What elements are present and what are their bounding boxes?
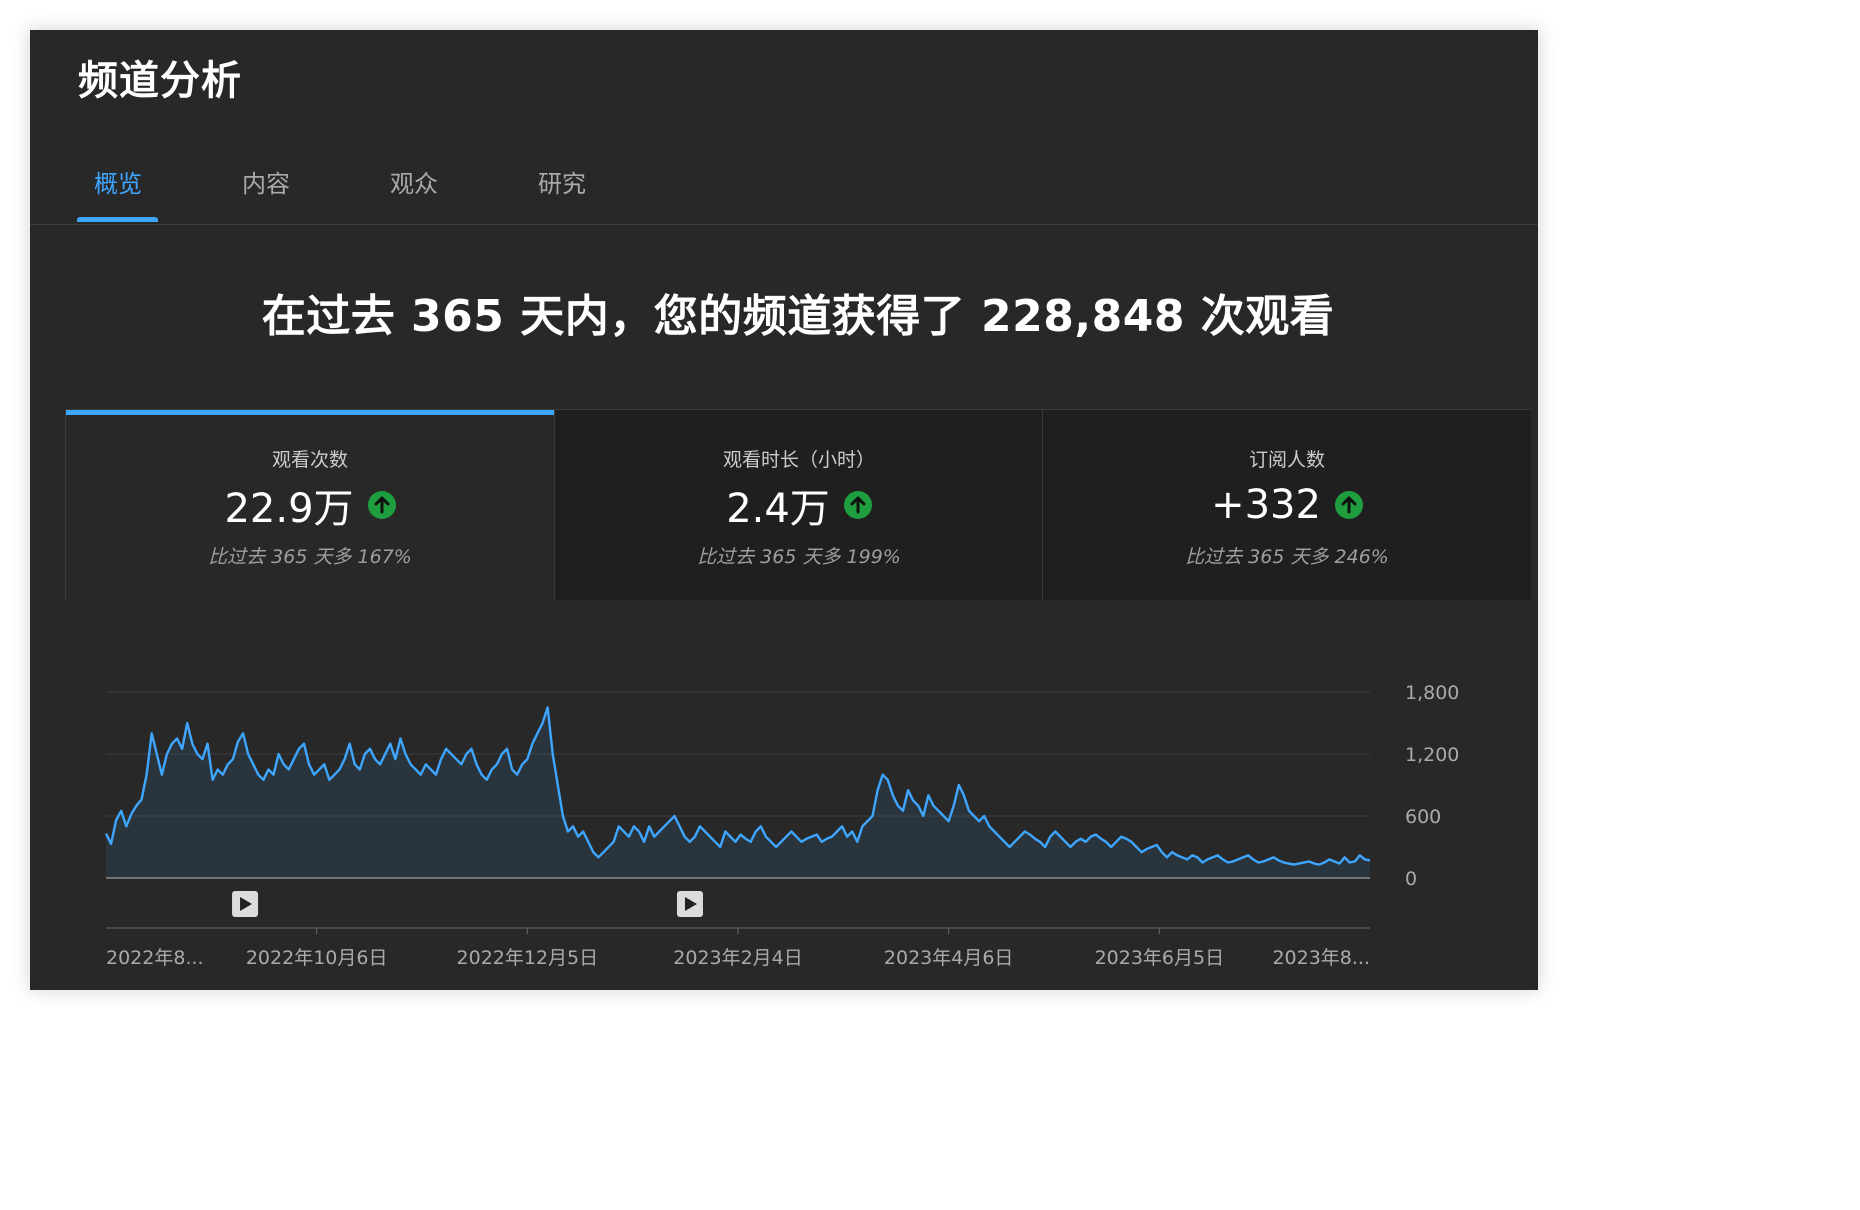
metric-comparison: 比过去 365 天多 246% xyxy=(1185,546,1389,568)
trend-up-icon xyxy=(843,491,872,519)
x-tick-label: 2023年8... xyxy=(1272,947,1370,969)
tab-overview[interactable]: 概览 xyxy=(78,164,158,199)
metric-label: 观看时长（小时） xyxy=(722,449,875,471)
metric-comparison: 比过去 365 天多 167% xyxy=(208,546,412,568)
x-tick-label: 2022年12月5日 xyxy=(457,947,599,969)
y-tick-label: 1,200 xyxy=(1405,744,1459,766)
metric-value-row: 22.9万 xyxy=(66,480,554,532)
metric-card-subscribers[interactable]: 订阅人数 +332 比过去 365 天多 246% xyxy=(1042,410,1531,600)
trend-up-icon xyxy=(367,491,396,519)
metric-card-views[interactable]: 观看次数 22.9万 比过去 365 天多 167% xyxy=(66,410,554,600)
metric-label: 观看次数 xyxy=(271,449,348,471)
play-icon[interactable] xyxy=(232,891,259,917)
tab-content[interactable]: 内容 xyxy=(226,164,306,199)
y-tick-label: 1,800 xyxy=(1405,682,1459,704)
analytics-panel: 频道分析 概览 内容 观众 研究 在过去 365 天内，您的频道获得了 228,… xyxy=(30,30,1538,990)
metric-value-row: +332 xyxy=(1043,480,1531,530)
active-card-indicator xyxy=(66,410,554,415)
metric-value: 2.4万 xyxy=(726,486,830,532)
metric-value: +332 xyxy=(1211,482,1321,528)
x-tick-label: 2022年8... xyxy=(106,947,204,969)
x-tick-label: 2023年2月4日 xyxy=(673,947,803,969)
y-tick-label: 600 xyxy=(1405,806,1441,828)
active-tab-indicator xyxy=(77,217,158,222)
tab-audience[interactable]: 观众 xyxy=(374,164,454,199)
metric-value-row: 2.4万 xyxy=(555,480,1043,532)
metric-cards: 观看次数 22.9万 比过去 365 天多 167% 观看时长（小时） 2.4万… xyxy=(65,409,1531,600)
x-tick-label: 2022年10月6日 xyxy=(246,947,388,969)
tab-bar: 概览 内容 观众 研究 xyxy=(30,30,1538,225)
summary-headline: 在过去 365 天内，您的频道获得了 228,848 次观看 xyxy=(261,291,1335,342)
x-tick-label: 2023年4月6日 xyxy=(884,947,1014,969)
x-tick-label: 2023年6月5日 xyxy=(1095,947,1225,969)
metric-label: 订阅人数 xyxy=(1248,449,1325,471)
y-tick-label: 0 xyxy=(1405,868,1417,890)
metric-card-watch-time[interactable]: 观看时长（小时） 2.4万 比过去 365 天多 199% xyxy=(554,410,1043,600)
metric-value: 22.9万 xyxy=(224,486,354,532)
series-area xyxy=(106,707,1370,878)
metric-comparison: 比过去 365 天多 199% xyxy=(697,546,901,568)
views-chart[interactable]: 0 600 1,200 1,800 2022年8... 2022年10月6日 2022年12… xyxy=(30,600,1538,990)
trend-up-icon xyxy=(1334,491,1363,519)
play-icon[interactable] xyxy=(676,891,703,917)
tab-research[interactable]: 研究 xyxy=(522,164,602,199)
